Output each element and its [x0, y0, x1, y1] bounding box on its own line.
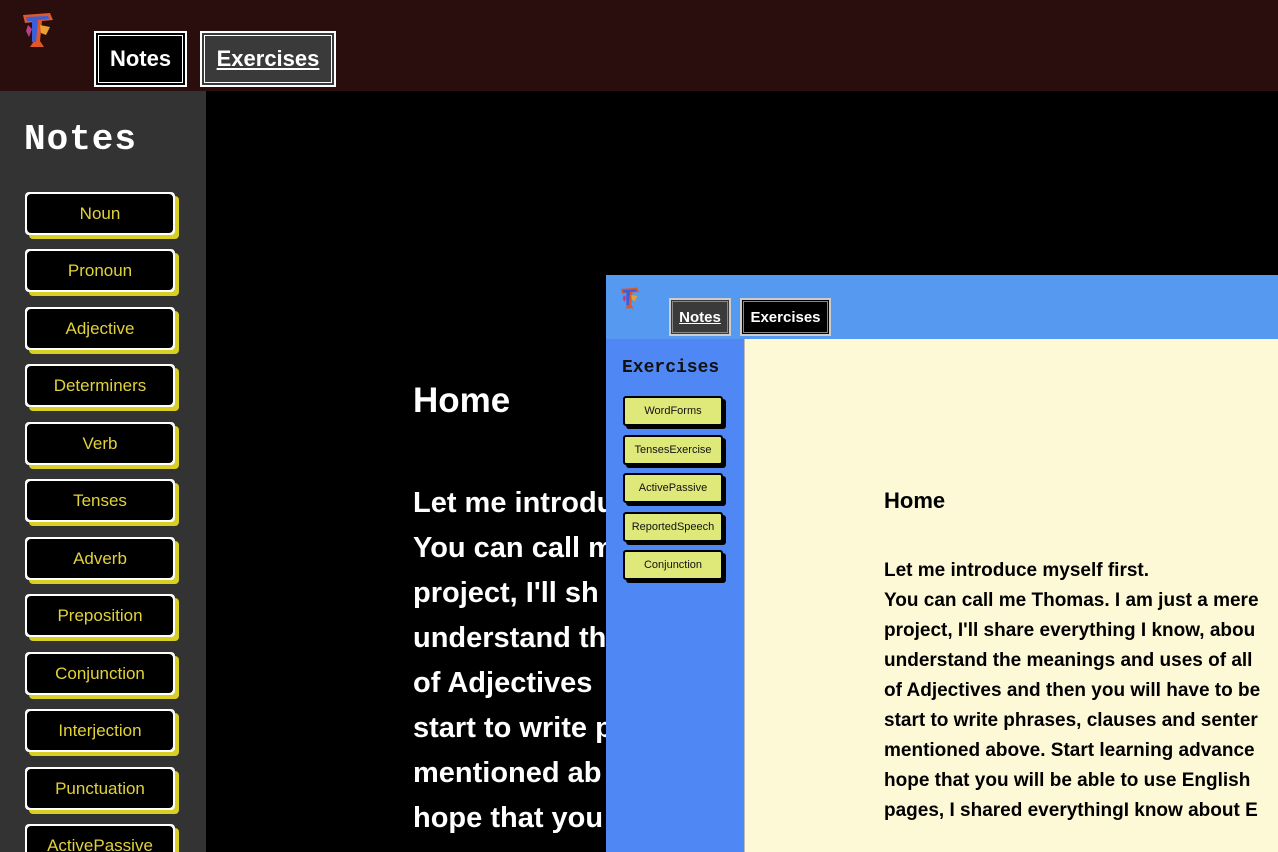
sidebar-item-tenses[interactable]: Tenses: [25, 479, 175, 522]
sidebar-item-interjection[interactable]: Interjection: [25, 709, 175, 752]
overlay-intro-paragraph: Let me introduce myself first. You can c…: [884, 556, 1278, 826]
nav-exercises-button[interactable]: Exercises: [200, 31, 336, 87]
sidebar-item-verb[interactable]: Verb: [25, 422, 175, 465]
text-line: project, I'll share everything I know, a…: [884, 620, 1256, 641]
nav-notes-button[interactable]: Notes: [94, 31, 187, 87]
sidebar-item-conjunction[interactable]: Conjunction: [25, 652, 175, 695]
text-line: hope that you will be able to use Englis…: [884, 770, 1251, 791]
overlay-main-content: Home Let me introduce myself first. You …: [744, 339, 1278, 852]
sidebar-item-preposition[interactable]: Preposition: [25, 594, 175, 637]
sidebar-item-activepassive-exercise[interactable]: ActivePassive: [623, 473, 723, 503]
sidebar-item-noun[interactable]: Noun: [25, 192, 175, 235]
page-title: Home: [413, 381, 511, 420]
sidebar-item-determiners[interactable]: Determiners: [25, 364, 175, 407]
text-line: mentioned above. Start learning advance: [884, 740, 1255, 761]
sidebar-item-punctuation[interactable]: Punctuation: [25, 767, 175, 810]
text-line: Let me introduce myself first.: [884, 560, 1150, 581]
top-navbar: Notes Exercises: [0, 0, 1278, 91]
overlay-logo-icon[interactable]: [619, 286, 641, 310]
notes-sidebar: Notes Noun Pronoun Adjective Determiners…: [0, 91, 206, 852]
overlay-nav-notes-button[interactable]: Notes: [669, 298, 731, 336]
sidebar-item-reportedspeech[interactable]: ReportedSpeech: [623, 512, 723, 542]
sidebar-item-adverb[interactable]: Adverb: [25, 537, 175, 580]
text-line: of Adjectives and then you will have to …: [884, 680, 1261, 701]
text-line: pages, I shared everythingI know about E: [884, 800, 1258, 821]
sidebar-item-conjunction-exercise[interactable]: Conjunction: [623, 550, 723, 580]
sidebar-item-pronoun[interactable]: Pronoun: [25, 249, 175, 292]
text-line: You can call me Thomas. I am just a mere: [884, 590, 1259, 611]
overlay-navbar: Notes Exercises: [606, 275, 1278, 339]
text-line: start to write phrases, clauses and sent…: [884, 710, 1258, 731]
overlay-sidebar-title: Exercises: [622, 358, 720, 378]
sidebar-item-wordforms[interactable]: WordForms: [623, 396, 723, 426]
overlay-page-title: Home: [884, 488, 946, 513]
overlay-window: Notes Exercises Exercises WordForms Tens…: [606, 275, 1278, 852]
sidebar-title: Notes: [24, 119, 138, 160]
exercises-sidebar: Exercises WordForms TensesExercise Activ…: [606, 339, 744, 852]
overlay-nav-exercises-button[interactable]: Exercises: [740, 298, 831, 336]
sidebar-item-adjective[interactable]: Adjective: [25, 307, 175, 350]
text-line: understand the meanings and uses of all: [884, 650, 1253, 671]
sidebar-item-tensesexercise[interactable]: TensesExercise: [623, 435, 723, 465]
sidebar-item-activepassive[interactable]: ActivePassive: [25, 824, 175, 852]
site-logo-icon[interactable]: [20, 11, 56, 49]
